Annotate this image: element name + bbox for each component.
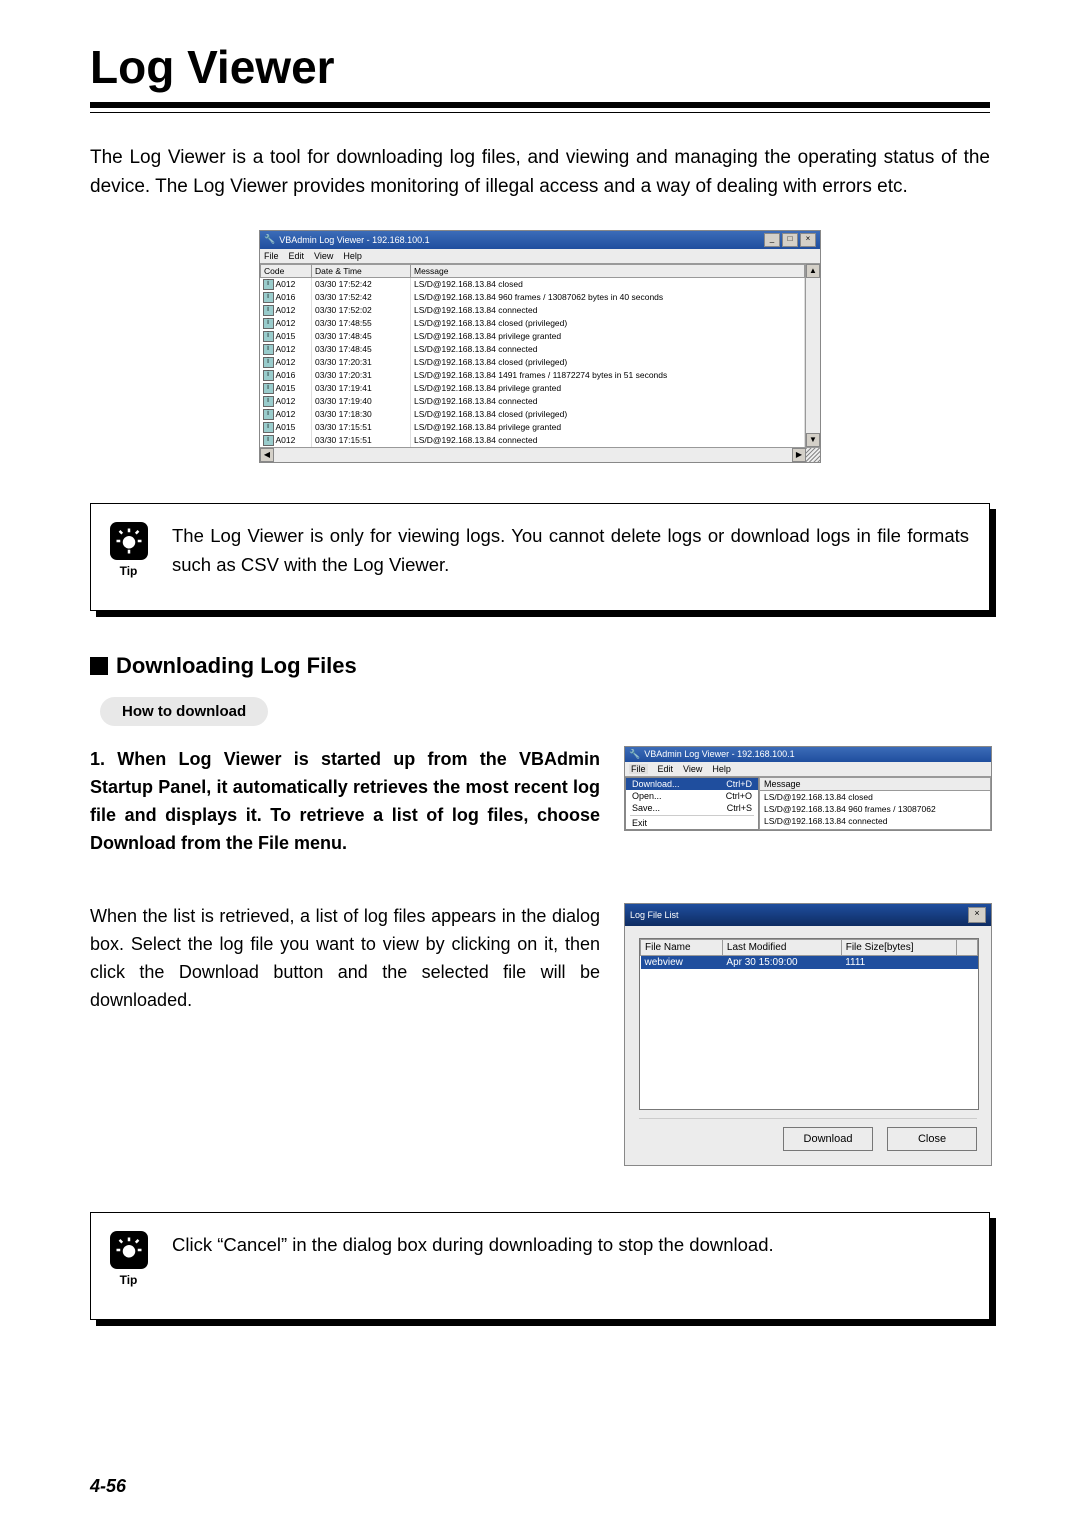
app-icon: 🔧	[264, 234, 275, 245]
divider-thick	[90, 102, 990, 108]
col-code[interactable]: Code	[261, 264, 312, 277]
window-title-bar[interactable]: 🔧 VBAdmin Log Viewer - 192.168.100.1 _ □…	[260, 231, 820, 249]
dd-save[interactable]: Save...Ctrl+S	[626, 802, 758, 814]
dd-exit[interactable]: Exit	[626, 817, 758, 829]
table-row[interactable]: iA01503/30 17:15:51LS/D@192.168.13.84 pr…	[261, 421, 805, 434]
table-row[interactable]: iA01503/30 17:19:41LS/D@192.168.13.84 pr…	[261, 382, 805, 395]
table-row[interactable]: iA01203/30 17:52:02LS/D@192.168.13.84 co…	[261, 304, 805, 317]
info-icon: i	[263, 383, 274, 394]
step-1-text: 1. When Log Viewer is started up from th…	[90, 746, 600, 858]
window-title: VBAdmin Log Viewer - 192.168.100.1	[644, 749, 987, 759]
file-row-selected[interactable]: webview Apr 30 15:09:00 1111	[641, 956, 978, 970]
window-title: VBAdmin Log Viewer - 192.168.100.1	[279, 235, 764, 245]
col-message[interactable]: Message	[411, 264, 805, 277]
table-row[interactable]: iA01503/30 17:48:45LS/D@192.168.13.84 pr…	[261, 330, 805, 343]
window-title-bar[interactable]: 🔧 VBAdmin Log Viewer - 192.168.100.1	[625, 747, 991, 762]
file-dropdown[interactable]: Download...Ctrl+D Open...Ctrl+O Save...C…	[625, 777, 759, 830]
dd-download[interactable]: Download...Ctrl+D	[626, 778, 758, 790]
tip-box-1: Tip The Log Viewer is only for viewing l…	[90, 503, 990, 611]
col-message[interactable]: Message	[760, 778, 990, 791]
table-row[interactable]: iA01603/30 17:20:31LS/D@192.168.13.84 14…	[261, 369, 805, 382]
log-file-list-dialog: Log File List × File Name Last Modified …	[624, 903, 992, 1166]
menu-edit[interactable]: Edit	[289, 251, 305, 261]
info-icon: i	[263, 357, 274, 368]
file-menu-window: 🔧 VBAdmin Log Viewer - 192.168.100.1 Fil…	[624, 746, 992, 831]
close-button[interactable]: ×	[968, 907, 986, 923]
col-file-name[interactable]: File Name	[641, 940, 723, 956]
tip-label: Tip	[101, 564, 156, 578]
col-datetime[interactable]: Date & Time	[312, 264, 411, 277]
step-2-text: When the list is retrieved, a list of lo…	[90, 903, 600, 1166]
log-viewer-window: 🔧 VBAdmin Log Viewer - 192.168.100.1 _ □…	[259, 230, 821, 463]
table-row[interactable]: LS/D@192.168.13.84 closed	[760, 791, 990, 803]
log-table[interactable]: Code Date & Time Message iA01203/30 17:5…	[260, 264, 805, 447]
file-list[interactable]: File Name Last Modified File Size[bytes]…	[639, 938, 979, 1110]
dropdown-separator	[630, 815, 754, 816]
info-icon: i	[263, 370, 274, 381]
scroll-right-arrow[interactable]: ▶	[792, 448, 806, 462]
resize-gripper[interactable]	[806, 448, 820, 462]
menu-help[interactable]: Help	[712, 764, 731, 774]
close-button[interactable]: ×	[800, 233, 816, 247]
info-icon: i	[263, 422, 274, 433]
scroll-up-arrow[interactable]: ▲	[806, 264, 820, 278]
page-number: 4-56	[90, 1476, 126, 1497]
info-icon: i	[263, 318, 274, 329]
dialog-title-bar[interactable]: Log File List ×	[625, 904, 991, 926]
app-icon: 🔧	[629, 749, 640, 760]
menu-file[interactable]: File	[264, 251, 279, 261]
menu-view[interactable]: View	[314, 251, 333, 261]
table-row[interactable]: iA01203/30 17:20:31LS/D@192.168.13.84 cl…	[261, 356, 805, 369]
col-last-modified[interactable]: Last Modified	[722, 940, 841, 956]
menu-bar[interactable]: File Edit View Help	[260, 249, 820, 264]
info-icon: i	[263, 396, 274, 407]
tip-text: Click “Cancel” in the dialog box during …	[172, 1231, 969, 1260]
intro-paragraph: The Log Viewer is a tool for downloading…	[90, 143, 990, 202]
info-icon: i	[263, 279, 274, 290]
info-icon: i	[263, 409, 274, 420]
scroll-down-arrow[interactable]: ▼	[806, 433, 820, 447]
dd-open[interactable]: Open...Ctrl+O	[626, 790, 758, 802]
info-icon: i	[263, 292, 274, 303]
mini-message-table: Message LS/D@192.168.13.84 closed LS/D@1…	[759, 777, 991, 830]
vertical-scrollbar[interactable]: ▲ ▼	[805, 264, 820, 447]
menu-bar[interactable]: File Edit View Help	[625, 762, 991, 777]
section-heading: Downloading Log Files	[90, 653, 990, 679]
tip-icon	[110, 1231, 148, 1269]
menu-file[interactable]: File	[629, 764, 648, 774]
table-row[interactable]: iA01603/30 17:52:42LS/D@192.168.13.84 96…	[261, 291, 805, 304]
minimize-button[interactable]: _	[764, 233, 780, 247]
info-icon: i	[263, 331, 274, 342]
menu-edit[interactable]: Edit	[658, 764, 674, 774]
scroll-left-arrow[interactable]: ◀	[260, 448, 274, 462]
tip-text: The Log Viewer is only for viewing logs.…	[172, 522, 969, 579]
info-icon: i	[263, 435, 274, 446]
sub-heading: How to download	[100, 697, 268, 726]
menu-view[interactable]: View	[683, 764, 702, 774]
horizontal-scrollbar[interactable]: ◀ ▶	[260, 447, 820, 462]
table-row[interactable]: iA01203/30 17:52:42LS/D@192.168.13.84 cl…	[261, 277, 805, 291]
tip-label: Tip	[101, 1273, 156, 1287]
table-row[interactable]: iA01203/30 17:15:51LS/D@192.168.13.84 co…	[261, 434, 805, 447]
divider-thin	[90, 112, 990, 113]
close-dialog-button[interactable]: Close	[887, 1127, 977, 1151]
table-row[interactable]: LS/D@192.168.13.84 960 frames / 13087062	[760, 803, 990, 815]
table-row[interactable]: LS/D@192.168.13.84 connected	[760, 815, 990, 827]
info-icon: i	[263, 344, 274, 355]
menu-help[interactable]: Help	[343, 251, 362, 261]
table-row[interactable]: iA01203/30 17:18:30LS/D@192.168.13.84 cl…	[261, 408, 805, 421]
square-bullet-icon	[90, 657, 108, 675]
tip-box-2: Tip Click “Cancel” in the dialog box dur…	[90, 1212, 990, 1320]
info-icon: i	[263, 305, 274, 316]
dialog-title: Log File List	[630, 910, 968, 920]
chapter-title: Log Viewer	[90, 40, 990, 94]
maximize-button[interactable]: □	[782, 233, 798, 247]
tip-icon	[110, 522, 148, 560]
col-file-size[interactable]: File Size[bytes]	[841, 940, 956, 956]
table-row[interactable]: iA01203/30 17:48:45LS/D@192.168.13.84 co…	[261, 343, 805, 356]
download-button[interactable]: Download	[783, 1127, 873, 1151]
table-row[interactable]: iA01203/30 17:19:40LS/D@192.168.13.84 co…	[261, 395, 805, 408]
table-row[interactable]: iA01203/30 17:48:55LS/D@192.168.13.84 cl…	[261, 317, 805, 330]
section-heading-text: Downloading Log Files	[116, 653, 357, 679]
